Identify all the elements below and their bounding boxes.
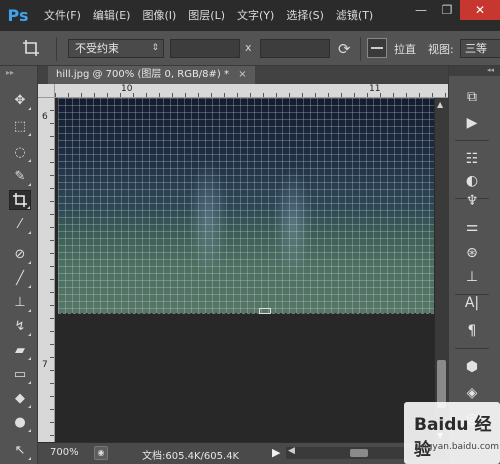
- gradient-tool-icon[interactable]: ▭: [9, 364, 31, 384]
- eraser-tool-icon[interactable]: ▰: [9, 340, 31, 360]
- eyedropper-tool-icon[interactable]: ⁄: [9, 214, 31, 234]
- properties-panel-icon[interactable]: ☷: [459, 148, 485, 170]
- clear-rotate-icon[interactable]: ⟳: [338, 40, 351, 58]
- chevron-updown-icon: ⇕: [151, 43, 159, 53]
- ratio-select[interactable]: 不受约束 ⇕: [68, 39, 164, 58]
- swap-dimensions-label[interactable]: x: [245, 41, 252, 54]
- tool-presets-panel-icon[interactable]: ⊥: [459, 266, 485, 288]
- menu-edit[interactable]: 编辑(E): [93, 7, 131, 23]
- adjustments-panel-icon[interactable]: ◐: [459, 170, 485, 192]
- watermark-title: Baidu 经验: [414, 415, 492, 460]
- actions-panel-icon[interactable]: ▶: [459, 112, 485, 134]
- close-tab-icon[interactable]: ×: [238, 69, 246, 80]
- document-tab-bar: hill.jpg @ 700% (图层 0, RGB/8#) * ×: [38, 66, 448, 84]
- 3d-panel-icon[interactable]: ⬢: [459, 356, 485, 378]
- document-tab-title: hill.jpg @ 700% (图层 0, RGB/8#) *: [56, 69, 229, 80]
- scroll-thumb[interactable]: [350, 449, 368, 457]
- quick-select-tool-icon[interactable]: ✎: [9, 166, 31, 186]
- healing-brush-tool-icon[interactable]: ⊘: [9, 244, 31, 264]
- straighten-label[interactable]: 拉直: [394, 41, 416, 57]
- brush-presets-panel-icon[interactable]: ⚌: [459, 216, 485, 238]
- document-tab[interactable]: hill.jpg @ 700% (图层 0, RGB/8#) * ×: [48, 66, 255, 84]
- menu-type[interactable]: 文字(Y): [237, 7, 274, 23]
- path-select-tool-icon[interactable]: ↖: [9, 440, 31, 460]
- dodge-tool-icon[interactable]: ●: [9, 412, 31, 432]
- ruler-label: 11: [369, 84, 381, 94]
- view-select[interactable]: 三等: [460, 39, 500, 58]
- restore-button[interactable]: ❐: [434, 0, 460, 20]
- crop-tool-icon[interactable]: [9, 190, 31, 210]
- crop-handle[interactable]: [259, 308, 271, 314]
- menu-file[interactable]: 文件(F): [44, 7, 81, 23]
- ruler-ticks: [50, 84, 54, 442]
- menu-layer[interactable]: 图层(L): [188, 7, 225, 23]
- paragraph-panel-icon[interactable]: ¶: [459, 320, 485, 342]
- status-bar: 700% ◉ 文档:605.4K/605.4K ▶ ◀: [38, 442, 448, 464]
- layers-panel-icon[interactable]: ◈: [459, 382, 485, 404]
- document-status-icon[interactable]: ◉: [94, 446, 108, 460]
- zoom-level[interactable]: 700%: [50, 447, 79, 458]
- menu-image[interactable]: 图像(I): [142, 7, 176, 23]
- divider: [360, 37, 361, 61]
- horizontal-ruler[interactable]: 10 11: [55, 84, 448, 98]
- divider: [56, 37, 57, 61]
- brush-panel-icon[interactable]: ♆: [459, 190, 485, 212]
- ratio-select-value: 不受约束: [75, 42, 119, 55]
- panel-grip-icon[interactable]: ▸▸: [6, 68, 14, 77]
- scroll-thumb[interactable]: [437, 360, 446, 408]
- clone-stamp-tool-icon[interactable]: ⊥: [9, 292, 31, 312]
- document-size-info: 文档:605.4K/605.4K: [142, 451, 240, 462]
- watermark: Baidu 经验 jingyan.baidu.com: [404, 402, 500, 464]
- ruler-origin[interactable]: [38, 84, 55, 98]
- width-field[interactable]: [170, 39, 240, 58]
- minimize-button[interactable]: —: [408, 0, 434, 20]
- move-tool-icon[interactable]: ✥: [9, 90, 31, 110]
- window-controls: — ❐ ✕: [408, 0, 500, 20]
- status-menu-arrow-icon[interactable]: ▶: [272, 446, 280, 459]
- character-panel-icon[interactable]: A|: [459, 292, 485, 314]
- ruler-label: 10: [121, 84, 133, 94]
- vertical-scrollbar[interactable]: ▲ ▼: [434, 98, 448, 442]
- document-canvas[interactable]: [55, 98, 434, 442]
- lasso-tool-icon[interactable]: ◌: [9, 142, 31, 162]
- image-layer[interactable]: [58, 98, 434, 313]
- close-button[interactable]: ✕: [460, 0, 500, 20]
- tools-panel: ▸▸ ✥ ⬚ ◌ ✎ ⁄ ⊘ ╱ ⊥ ↯ ▰ ▭ ◆ ● ↖: [0, 66, 38, 464]
- height-field[interactable]: [260, 39, 330, 58]
- blur-tool-icon[interactable]: ◆: [9, 388, 31, 408]
- crop-boundary: [58, 313, 434, 314]
- menu-select[interactable]: 选择(S): [286, 7, 324, 23]
- menu-bar: Ps 文件(F) 编辑(E) 图像(I) 图层(L) 文字(Y) 选择(S) 滤…: [0, 0, 500, 30]
- pixel-grid: [58, 98, 434, 313]
- brush-tool-icon[interactable]: ╱: [9, 268, 31, 288]
- scroll-left-icon[interactable]: ◀: [288, 446, 295, 456]
- ruler-ticks: [55, 93, 448, 97]
- history-panel-icon[interactable]: ⧉: [459, 86, 485, 108]
- marquee-tool-icon[interactable]: ⬚: [9, 116, 31, 136]
- straighten-icon[interactable]: [367, 38, 387, 58]
- view-label: 视图:: [428, 43, 454, 56]
- crop-icon[interactable]: [22, 39, 42, 59]
- history-brush-tool-icon[interactable]: ↯: [9, 316, 31, 336]
- watermark-url: jingyan.baidu.com: [416, 442, 500, 452]
- options-bar: 不受约束 ⇕ x ⟳ 拉直 视图: 三等: [0, 30, 500, 66]
- scroll-up-icon[interactable]: ▲: [437, 100, 443, 109]
- clone-source-panel-icon[interactable]: ⊛: [459, 242, 485, 264]
- vertical-ruler[interactable]: 6 7: [38, 84, 55, 442]
- photoshop-logo: Ps: [7, 5, 29, 25]
- ruler-label: 7: [42, 360, 48, 370]
- ruler-label: 6: [42, 112, 48, 122]
- menu-filter[interactable]: 滤镜(T): [336, 7, 373, 23]
- panel-collapse-icon[interactable]: ◂◂: [449, 66, 500, 76]
